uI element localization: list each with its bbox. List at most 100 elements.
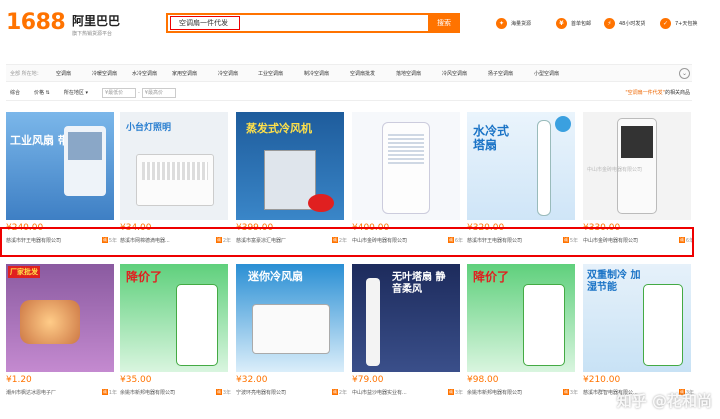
category-item[interactable]: 冷空调扇 — [218, 70, 258, 77]
logo-number[interactable]: 1688 — [6, 10, 66, 35]
shop-years: 诚 2年 — [331, 389, 347, 396]
product-card[interactable]: 工业风扇 带回家 ¥240.00 慈溪市轩王电器有限公司诚 5年 — [6, 112, 117, 244]
product-illustration — [68, 132, 102, 160]
product-card[interactable]: ¥400.00 中山市金砖电器有限公司诚 6年 — [352, 112, 463, 244]
product-image-caption: 蒸发式冷风机 — [246, 122, 312, 135]
product-image[interactable]: 降价了 — [467, 264, 575, 372]
product-image[interactable]: 迷你冷风扇 — [236, 264, 344, 372]
shop-name[interactable]: 宁波环亮电器有限公司 — [236, 389, 286, 396]
price-separator: - — [137, 89, 140, 96]
product-card[interactable]: 小台灯照明 ¥34.00 慈溪市网棉德滴电器... 诚 2年 — [120, 112, 231, 244]
sort-bar: 综合 价格 ⇅ 所在地区 ▾ ¥最低价 - ¥最高价 "空调扇一件代发"的相关商… — [6, 85, 692, 101]
shop-name[interactable]: 余姚市新邦电器有限公司 — [467, 389, 522, 396]
product-image[interactable]: 厂家批发 — [6, 264, 114, 372]
product-image[interactable]: 蒸发式冷风机 — [236, 112, 344, 220]
category-item[interactable]: 空调扇 — [56, 70, 92, 77]
product-illustration — [537, 120, 551, 216]
shop-name[interactable]: 中山市益沙电器实业有... — [352, 389, 407, 396]
shop-info[interactable]: 潮州市枫达冰恩电子厂 诚 1年 — [6, 388, 117, 396]
product-price: ¥79.00 — [352, 375, 384, 385]
product-price: ¥210.00 — [583, 375, 621, 385]
category-item[interactable]: 家用空调扇 — [172, 70, 218, 77]
product-illustration — [20, 300, 80, 344]
sort-default[interactable]: 综合 — [10, 89, 20, 96]
product-price: ¥98.00 — [467, 375, 499, 385]
product-illustration — [176, 284, 218, 366]
category-item[interactable]: 制冷空调扇 — [304, 70, 350, 77]
shop-badge-icon: 诚 — [101, 389, 108, 395]
shop-badge-icon: 诚 — [447, 389, 454, 395]
product-image[interactable]: 降价了 — [120, 264, 228, 372]
category-item[interactable]: 空调扇批发 — [350, 70, 396, 77]
image-watermark-text: 中山市金砖电器有限公司 — [587, 167, 643, 173]
product-image[interactable]: 中山市金砖电器有限公司 — [583, 112, 691, 220]
service-item-shipping[interactable]: ¥ 首单包邮 — [556, 16, 591, 30]
service-item-exchange[interactable]: ✓ 7+天包换 — [660, 16, 697, 30]
product-card[interactable]: 无叶塔扇 静音柔风 ¥79.00 中山市益沙电器实业有... 诚 3年 — [352, 264, 463, 396]
category-label: 全部 所在地： — [10, 70, 42, 77]
product-price: ¥1.20 — [6, 375, 32, 385]
product-card[interactable]: 中山市金砖电器有限公司 ¥330.00 中山市金砖电器有限公司诚 6年 — [583, 112, 694, 244]
product-card[interactable]: 蒸发式冷风机 ¥399.00 慈溪市富豪凉汇电器厂诚 2年 — [236, 112, 347, 244]
product-illustration — [366, 278, 380, 366]
price-max-input[interactable]: ¥最高价 — [141, 87, 176, 98]
logo-name[interactable]: 阿里巴巴 — [72, 12, 120, 29]
search-input[interactable]: 空调扇一件代发 — [170, 16, 240, 30]
shop-badge-icon: 诚 — [562, 389, 569, 395]
product-image[interactable]: 双重制冷 加湿节能 — [583, 264, 691, 372]
shop-info[interactable]: 中山市益沙电器实业有... 诚 3年 — [352, 388, 463, 396]
search-button[interactable]: 搜索 — [428, 13, 460, 33]
product-image-caption: 水冷式 塔扇 — [473, 124, 510, 152]
shop-name[interactable]: 余姚市新邦电器有限公司 — [120, 389, 175, 396]
result-summary: "空调扇一件代发"的相关商品 — [625, 90, 690, 96]
product-price: ¥32.00 — [236, 375, 268, 385]
hot-badge-icon — [308, 194, 334, 212]
shop-info[interactable]: 余姚市新邦电器有限公司 诚 3年 — [467, 388, 578, 396]
shop-years: 诚 3年 — [215, 389, 231, 396]
product-card[interactable]: 降价了 ¥98.00 余姚市新邦电器有限公司 诚 3年 — [467, 264, 578, 396]
product-card[interactable]: 厂家批发 ¥1.20 潮州市枫达冰恩电子厂 诚 1年 — [6, 264, 117, 396]
shop-badge-icon: 诚 — [331, 389, 338, 395]
highlight-box — [0, 227, 694, 257]
product-image[interactable]: 工业风扇 带回家 — [6, 112, 114, 220]
product-illustration — [523, 284, 565, 366]
product-image[interactable]: 水冷式 塔扇 — [467, 112, 575, 220]
cart-icon: ¥ — [556, 17, 567, 29]
shop-years: 诚 3年 — [447, 389, 463, 396]
product-card[interactable]: 双重制冷 加湿节能 ¥210.00 慈溪市群智电器有限公... 诚 3年 — [583, 264, 694, 396]
shop-years: 诚 1年 — [101, 389, 117, 396]
category-item[interactable]: 落地空调扇 — [396, 70, 442, 77]
chevron-down-icon[interactable]: ⌄ — [679, 68, 690, 79]
shop-info[interactable]: 宁波环亮电器有限公司 诚 2年 — [236, 388, 347, 396]
badge-icon — [555, 116, 571, 132]
category-item[interactable]: 冷风空调扇 — [442, 70, 488, 77]
category-item[interactable]: 小型空调扇 — [534, 70, 580, 77]
shop-info[interactable]: 余姚市新邦电器有限公司 诚 3年 — [120, 388, 231, 396]
service-item-hot[interactable]: ✦ 海量货源 — [496, 16, 531, 30]
category-item[interactable]: 扬子空调扇 — [488, 70, 534, 77]
product-image-caption: 小台灯照明 — [126, 123, 172, 133]
category-item[interactable]: 水冷空调扇 — [132, 70, 172, 77]
truck-icon: ⚡ — [604, 17, 615, 29]
product-card[interactable]: 迷你冷风扇 ¥32.00 宁波环亮电器有限公司 诚 2年 — [236, 264, 347, 396]
sort-price[interactable]: 价格 ⇅ — [34, 89, 50, 96]
product-illustration — [621, 126, 653, 158]
product-image-caption: 厂家批发 — [8, 266, 40, 278]
service-item-delivery[interactable]: ⚡ 48小时发货 — [604, 16, 645, 30]
product-card[interactable]: 降价了 ¥35.00 余姚市新邦电器有限公司 诚 3年 — [120, 264, 231, 396]
product-price: ¥35.00 — [120, 375, 152, 385]
chevron-down-icon: ▾ — [85, 90, 88, 96]
sort-location[interactable]: 所在地区 ▾ — [64, 89, 88, 96]
product-image[interactable]: 小台灯照明 — [120, 112, 228, 220]
product-image-caption: 降价了 — [473, 270, 510, 284]
shop-years: 诚 3年 — [562, 389, 578, 396]
logo-subtitle: 旗下热销货源平台 — [72, 31, 113, 37]
category-item[interactable]: 工业空调扇 — [258, 70, 304, 77]
shop-name[interactable]: 潮州市枫达冰恩电子厂 — [6, 389, 56, 396]
product-image[interactable]: 无叶塔扇 静音柔风 — [352, 264, 460, 372]
shield-icon: ✓ — [660, 17, 671, 29]
price-min-input[interactable]: ¥最低价 — [101, 87, 136, 98]
category-item[interactable]: 冷暖空调扇 — [92, 70, 132, 77]
product-card[interactable]: 水冷式 塔扇 ¥320.00 慈溪市轩王电器有限公司诚 5年 — [467, 112, 578, 244]
product-image[interactable] — [352, 112, 460, 220]
